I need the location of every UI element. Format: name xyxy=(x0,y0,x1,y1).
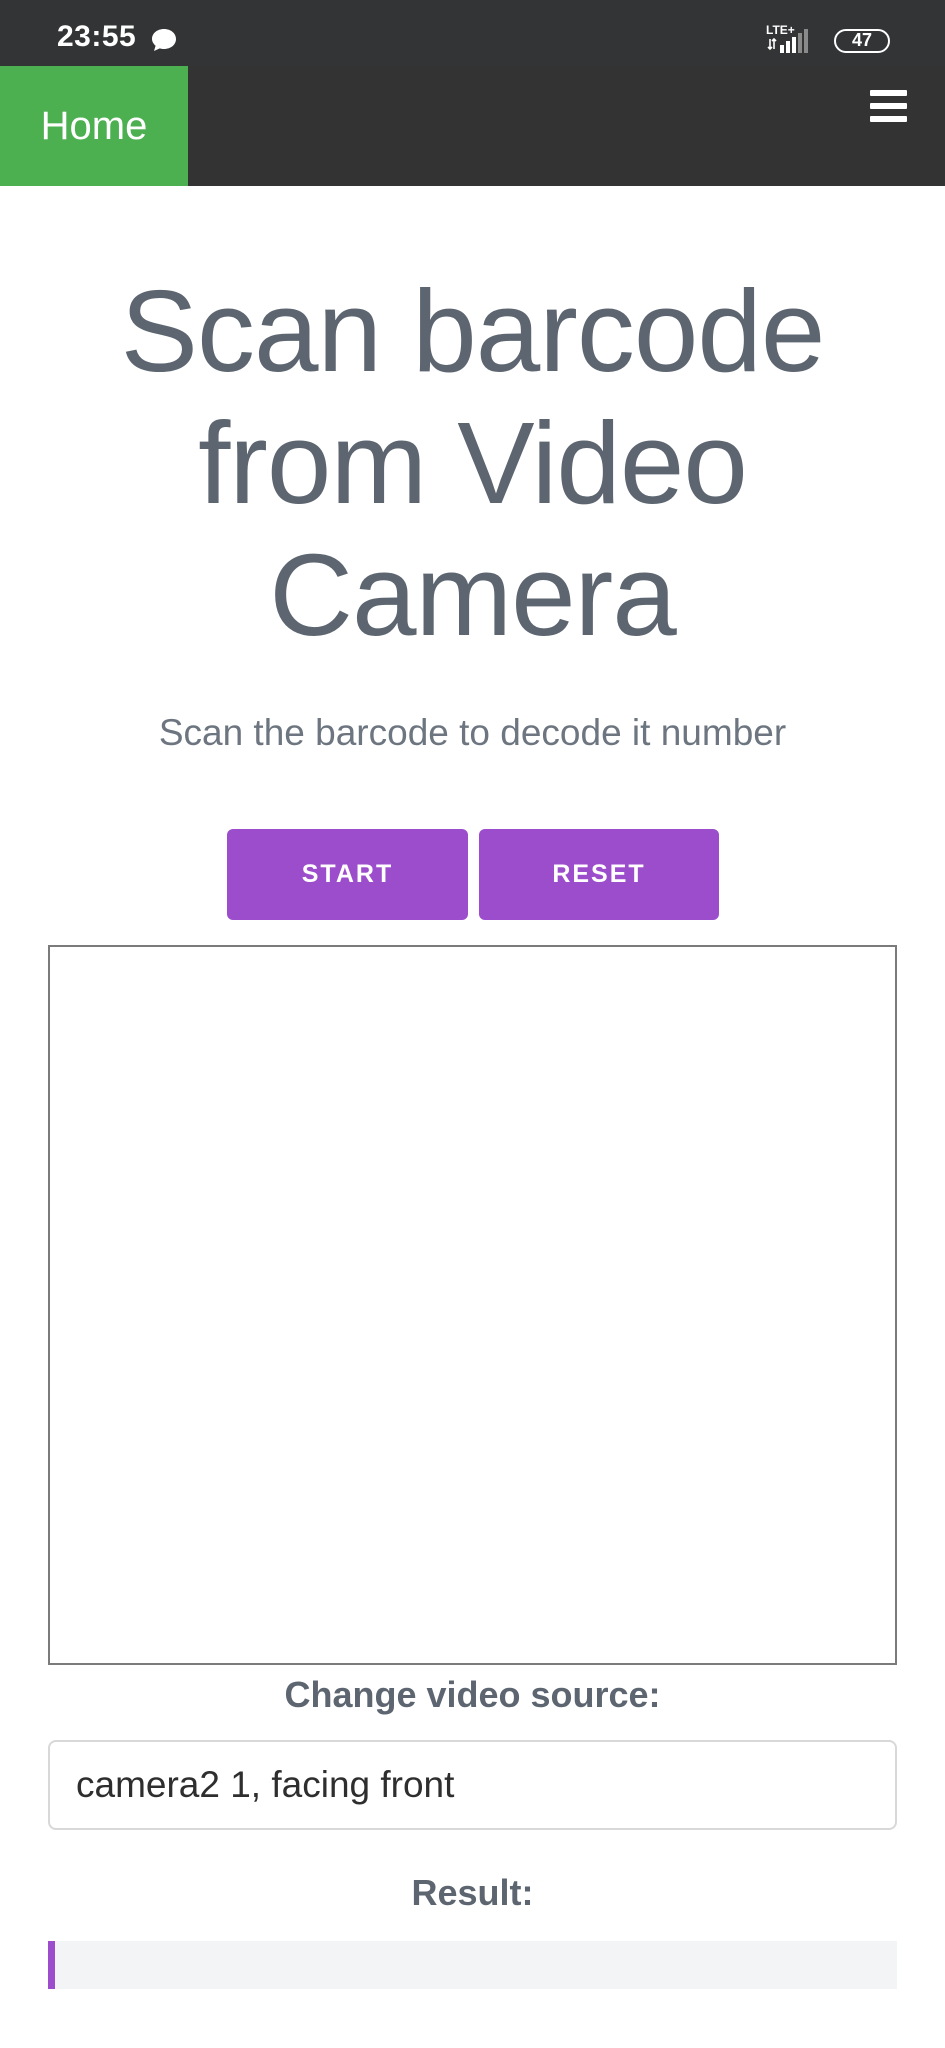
battery-icon: 47 xyxy=(834,29,890,53)
menu-bar xyxy=(870,116,907,122)
result-label: Result: xyxy=(411,1872,534,1913)
video-source-select[interactable]: camera2 1, facing front xyxy=(48,1740,897,1830)
page-title: Scan barcode from Video Camera xyxy=(120,266,826,660)
video-preview xyxy=(48,945,897,1665)
reset-button[interactable]: RESET xyxy=(479,829,719,920)
status-bar: 23:55 LTE+ 47 xyxy=(0,0,945,66)
network-label: LTE+ xyxy=(766,23,795,37)
navbar: Home xyxy=(0,66,945,186)
home-link[interactable]: Home xyxy=(0,66,188,186)
page-subtitle: Scan the barcode to decode it number xyxy=(158,712,787,753)
menu-bar xyxy=(870,90,907,96)
lte-signal-icon: LTE+ xyxy=(766,23,808,53)
menu-bar xyxy=(870,103,907,109)
hamburger-menu-icon[interactable] xyxy=(868,90,910,132)
status-time: 23:55 xyxy=(57,20,137,53)
video-source-label: Change video source: xyxy=(284,1674,661,1715)
result-output xyxy=(48,1941,897,1989)
message-icon xyxy=(152,29,176,51)
start-button[interactable]: START xyxy=(227,829,468,920)
